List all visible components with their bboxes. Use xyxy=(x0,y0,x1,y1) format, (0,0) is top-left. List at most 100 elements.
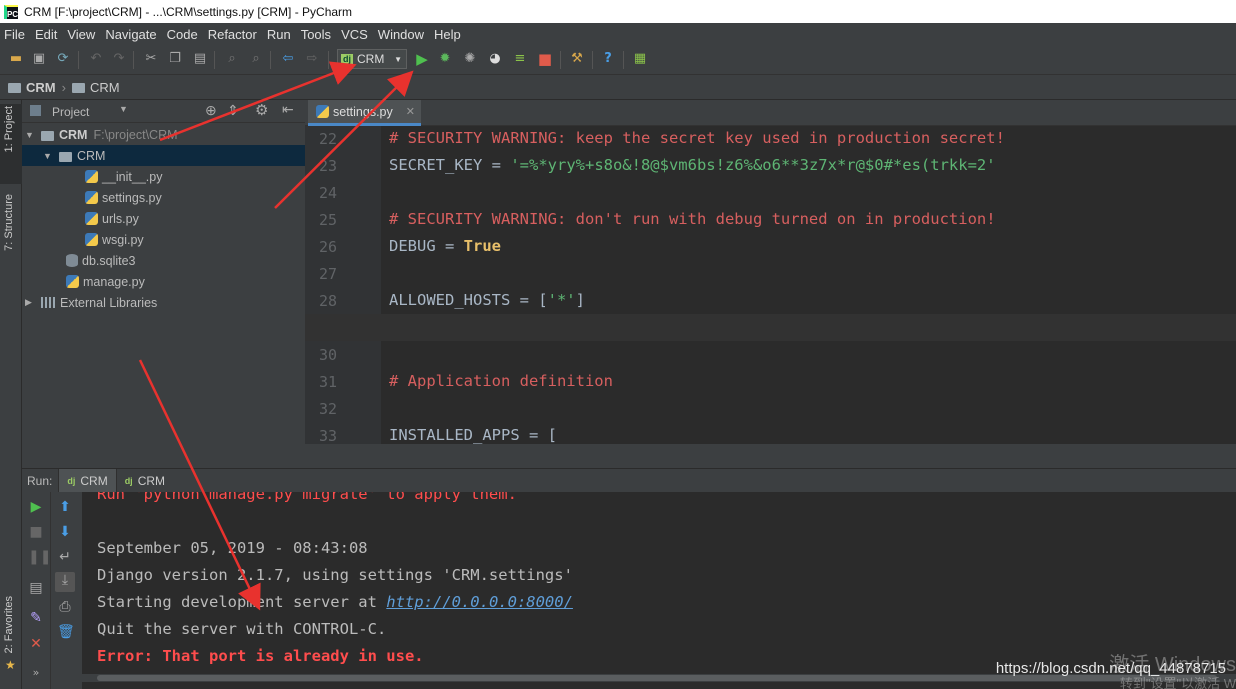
breadcrumb-item[interactable]: CRM xyxy=(90,80,120,95)
open-folder-icon[interactable]: ▬ xyxy=(8,51,24,67)
stop-icon[interactable]: ■ xyxy=(537,51,553,67)
run-icon[interactable]: ▶ xyxy=(414,51,430,67)
tree-file[interactable]: urls.py xyxy=(22,208,305,229)
dump-threads-icon[interactable]: ▤ xyxy=(28,580,44,596)
menu-edit[interactable]: Edit xyxy=(35,27,57,42)
coverage-icon[interactable]: ✺ xyxy=(462,51,478,67)
code-line: # Application definition xyxy=(389,372,613,390)
menu-vcs[interactable]: VCS xyxy=(341,27,368,42)
replace-icon[interactable]: ⌕ xyxy=(248,51,264,67)
pycharm-logo-icon: PC xyxy=(4,4,18,19)
run-tab[interactable]: dj CRM xyxy=(115,468,173,493)
line-number: 27 xyxy=(318,265,337,283)
menu-code[interactable]: Code xyxy=(167,27,198,42)
file-label: settings.py xyxy=(102,190,162,205)
tree-file[interactable]: manage.py xyxy=(22,271,305,292)
csdn-watermark: https://blog.csdn.net/qq_44878715 xyxy=(995,660,1226,677)
forward-icon[interactable]: ⇨ xyxy=(304,51,320,67)
chevron-right-icon: ▶ xyxy=(25,297,32,307)
rerun-icon[interactable]: ▶ xyxy=(28,499,44,515)
back-icon[interactable]: ⇦ xyxy=(280,51,296,67)
gear-icon[interactable]: ⚙ xyxy=(255,101,268,119)
chevron-down-icon: ▼ xyxy=(25,129,34,140)
more-icon[interactable]: » xyxy=(28,665,44,681)
chevron-down-icon[interactable]: ▼ xyxy=(119,104,128,114)
help-icon[interactable]: ? xyxy=(600,51,616,67)
menu-file[interactable]: File xyxy=(4,27,25,42)
tree-file[interactable]: wsgi.py xyxy=(22,229,305,250)
sync-icon[interactable]: ⟳ xyxy=(55,51,71,67)
breadcrumb-item[interactable]: CRM xyxy=(26,80,56,95)
undo-icon[interactable]: ↶ xyxy=(88,51,104,67)
run-tab[interactable]: dj CRM xyxy=(58,468,116,493)
close-icon[interactable]: ✕ xyxy=(28,636,44,652)
save-icon[interactable]: ▣ xyxy=(31,51,47,67)
code-token: DEBUG = xyxy=(389,237,464,255)
menu-window[interactable]: Window xyxy=(378,27,424,42)
menu-run[interactable]: Run xyxy=(267,27,291,42)
tab-settings-py[interactable]: settings.py ✕ xyxy=(308,100,421,126)
arrow-up-icon[interactable]: ⬆ xyxy=(57,499,73,515)
settings-wrench-icon[interactable]: ⚒ xyxy=(569,51,585,67)
cut-icon[interactable]: ✂ xyxy=(143,51,159,67)
paste-icon[interactable]: ▤ xyxy=(192,51,208,67)
folder-icon xyxy=(41,130,54,141)
main-toolbar: ▬ ▣ ⟳ ↶ ↷ ✂ ❐ ▤ ⌕ ⌕ ⇦ ⇨ dj CRM ▼ ▶ ✹ ✺ ◕… xyxy=(0,45,1236,75)
editor-footer xyxy=(305,444,1236,468)
print-icon[interactable]: ⎙ xyxy=(57,599,73,615)
trash-icon[interactable]: 🗑 xyxy=(57,624,75,640)
profile-icon[interactable]: ◕ xyxy=(487,51,503,67)
run-tab-label: CRM xyxy=(80,473,108,488)
code-token: # SECURITY WARNING: don't run with debug… xyxy=(389,210,996,228)
tree-file[interactable]: db.sqlite3 xyxy=(22,250,305,271)
project-panel-title[interactable]: Project xyxy=(52,105,89,119)
star-icon: ★ xyxy=(5,658,16,672)
project-view-icon xyxy=(30,105,41,116)
close-icon[interactable]: ✕ xyxy=(406,105,415,118)
code-editor[interactable]: # SECURITY WARNING: keep the secret key … xyxy=(381,126,1236,444)
folder-icon xyxy=(59,151,72,162)
pin-icon[interactable]: ✎ xyxy=(28,610,44,626)
hide-panel-icon[interactable]: ⇤ xyxy=(282,101,294,118)
redo-icon[interactable]: ↷ xyxy=(111,51,127,67)
code-line: ALLOWED_HOSTS = ['*'] xyxy=(389,291,585,309)
chevron-down-icon: ▼ xyxy=(394,54,402,64)
menu-navigate[interactable]: Navigate xyxy=(105,27,156,42)
concurrency-icon[interactable]: ≡ xyxy=(512,51,528,67)
menu-view[interactable]: View xyxy=(67,27,95,42)
scroll-to-end-icon[interactable]: ⤓ xyxy=(55,572,75,592)
run-controls: ▶ ■ ❚❚ ▤ ✎ ✕ » xyxy=(22,492,51,689)
run-config-select[interactable]: dj CRM ▼ xyxy=(337,49,407,69)
line-number-gutter: 222324252627282930313233 xyxy=(305,126,381,445)
menu-refactor[interactable]: Refactor xyxy=(208,27,257,42)
server-url-link[interactable]: http://0.0.0.0:8000/ xyxy=(386,593,573,611)
arrow-down-icon[interactable]: ⬇ xyxy=(57,524,73,540)
tree-root[interactable]: ▼ CRM F:\project\CRM xyxy=(22,124,305,145)
database-icon xyxy=(66,254,78,267)
tree-package[interactable]: ▼ CRM xyxy=(22,145,305,166)
code-token: True xyxy=(463,237,501,255)
target-icon[interactable]: ⊕ xyxy=(205,102,217,119)
code-token: ] xyxy=(575,291,585,309)
file-label: wsgi.py xyxy=(102,232,144,247)
menu-tools[interactable]: Tools xyxy=(301,27,331,42)
run-label: Run: xyxy=(27,473,53,488)
collapse-all-icon[interactable]: ⇕ xyxy=(227,102,239,119)
tree-file[interactable]: __init__.py xyxy=(22,166,305,187)
tab-project[interactable]: 1: Project xyxy=(3,106,15,152)
tab-favorites[interactable]: 2: Favorites xyxy=(3,596,15,653)
tab-structure[interactable]: 7: Structure xyxy=(3,194,15,251)
line-number: 30 xyxy=(318,346,337,364)
tree-external-libraries[interactable]: ▶ External Libraries xyxy=(22,292,305,313)
find-icon[interactable]: ⌕ xyxy=(224,51,240,67)
stop-icon[interactable]: ■ xyxy=(28,524,44,540)
menu-help[interactable]: Help xyxy=(434,27,461,42)
pause-icon[interactable]: ❚❚ xyxy=(28,549,51,565)
python-console-icon[interactable]: ▦ xyxy=(632,51,648,67)
django-icon: dj xyxy=(67,475,76,486)
tree-file[interactable]: settings.py xyxy=(22,187,305,208)
debug-icon[interactable]: ✹ xyxy=(437,51,453,67)
copy-icon[interactable]: ❐ xyxy=(167,51,183,67)
line-number: 23 xyxy=(318,157,337,175)
soft-wrap-icon[interactable]: ↵ xyxy=(57,549,73,565)
